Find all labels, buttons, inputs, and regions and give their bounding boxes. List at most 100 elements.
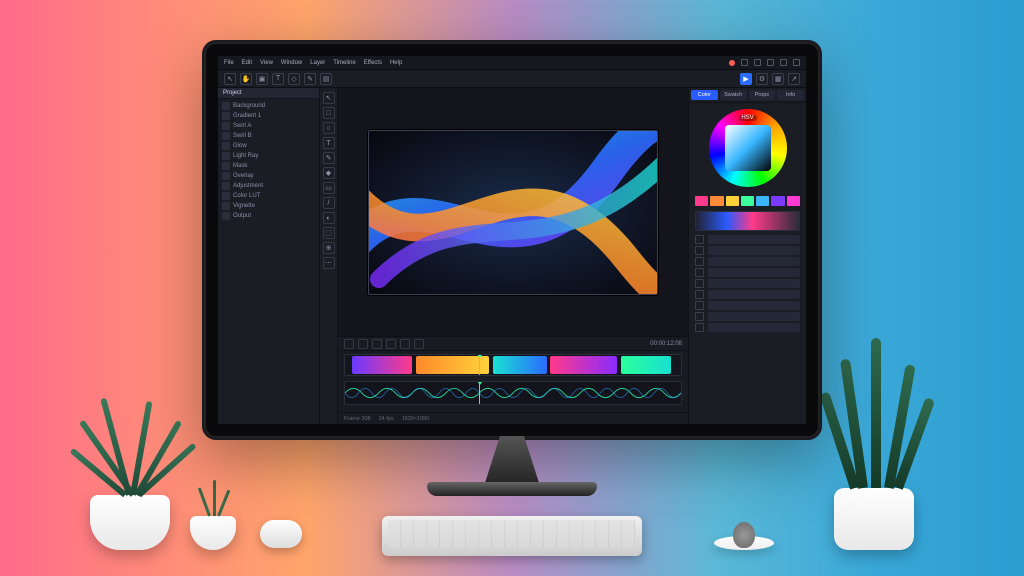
- property-row[interactable]: [695, 290, 800, 299]
- tool-button[interactable]: ○: [323, 122, 335, 134]
- color-swatch[interactable]: [741, 196, 754, 206]
- dish-with-pear: [714, 536, 774, 550]
- pen-icon[interactable]: ✎: [304, 73, 316, 85]
- tool-button[interactable]: ▭: [323, 182, 335, 194]
- layer-row[interactable]: Gradient 1: [218, 111, 319, 121]
- menu-item[interactable]: Effects: [364, 60, 382, 66]
- property-field[interactable]: [708, 246, 800, 255]
- color-wheel[interactable]: HSV: [709, 109, 787, 187]
- canvas[interactable]: [368, 130, 658, 295]
- hand-icon[interactable]: ✋: [240, 73, 252, 85]
- playhead[interactable]: [479, 382, 480, 404]
- property-row[interactable]: [695, 312, 800, 321]
- cut-icon[interactable]: [414, 339, 424, 349]
- layer-row[interactable]: Background: [218, 101, 319, 111]
- prev-frame-icon[interactable]: [372, 339, 382, 349]
- property-field[interactable]: [708, 257, 800, 266]
- tool-button[interactable]: ⊕: [323, 242, 335, 254]
- color-swatch[interactable]: [710, 196, 723, 206]
- property-row[interactable]: [695, 301, 800, 310]
- color-swatch[interactable]: [771, 196, 784, 206]
- bucket-icon[interactable]: ▤: [320, 73, 332, 85]
- property-field[interactable]: [708, 235, 800, 244]
- audio-track[interactable]: [344, 381, 682, 405]
- menu-item[interactable]: Edit: [242, 60, 252, 66]
- resolution-label: 1920×1080: [402, 416, 430, 422]
- menu-item[interactable]: Timeline: [333, 60, 355, 66]
- layer-row[interactable]: Light Ray: [218, 151, 319, 161]
- menu-item[interactable]: File: [224, 60, 234, 66]
- grid-icon[interactable]: ▦: [772, 73, 784, 85]
- menu-item[interactable]: Window: [281, 60, 302, 66]
- property-field[interactable]: [708, 301, 800, 310]
- layer-row[interactable]: Swirl A: [218, 121, 319, 131]
- keyboard: [382, 516, 642, 556]
- tool-button[interactable]: /: [323, 197, 335, 209]
- export-icon[interactable]: ↗: [788, 73, 800, 85]
- property-field[interactable]: [708, 290, 800, 299]
- next-frame-icon[interactable]: [386, 339, 396, 349]
- layer-row[interactable]: Mask: [218, 161, 319, 171]
- playhead[interactable]: [479, 355, 480, 375]
- property-field[interactable]: [708, 279, 800, 288]
- tool-button[interactable]: ✎: [323, 152, 335, 164]
- menu-item[interactable]: View: [260, 60, 273, 66]
- play-icon[interactable]: ▶: [740, 73, 752, 85]
- video-track[interactable]: [344, 354, 682, 376]
- tab-props[interactable]: Props: [749, 90, 776, 100]
- property-row[interactable]: [695, 323, 800, 332]
- tab-info[interactable]: Info: [777, 90, 804, 100]
- text-icon[interactable]: T: [272, 73, 284, 85]
- layer-row[interactable]: Overlay: [218, 171, 319, 181]
- tool-button[interactable]: T: [323, 137, 335, 149]
- color-swatch[interactable]: [695, 196, 708, 206]
- tool-button[interactable]: ⬚: [323, 227, 335, 239]
- layer-row[interactable]: Output: [218, 211, 319, 221]
- pause-icon[interactable]: [358, 339, 368, 349]
- tool-button[interactable]: ↖: [323, 92, 335, 104]
- settings-icon[interactable]: ⚙: [756, 73, 768, 85]
- timeline-footer: Frame 308 24 fps 1920×1080: [338, 412, 688, 424]
- menu-item[interactable]: Help: [390, 60, 402, 66]
- property-field[interactable]: [708, 268, 800, 277]
- timecode: 00:00:12:08: [650, 341, 682, 347]
- timeline-toolbar: 00:00:12:08: [338, 337, 688, 351]
- timeline-panel: 00:00:12:08: [338, 336, 688, 424]
- layer-label: Output: [233, 213, 251, 219]
- property-row[interactable]: [695, 257, 800, 266]
- layer-row[interactable]: Vignette: [218, 201, 319, 211]
- property-row[interactable]: [695, 268, 800, 277]
- tool-button[interactable]: ⋯: [323, 257, 335, 269]
- play-icon[interactable]: [344, 339, 354, 349]
- property-field[interactable]: [708, 312, 800, 321]
- layer-row[interactable]: Adjustment: [218, 181, 319, 191]
- layer-row[interactable]: Color LUT: [218, 191, 319, 201]
- loop-icon[interactable]: [400, 339, 410, 349]
- property-icon: [695, 323, 704, 332]
- layer-row[interactable]: Glow: [218, 141, 319, 151]
- shape-icon[interactable]: ◇: [288, 73, 300, 85]
- plant-pot-right: [834, 488, 914, 550]
- tab-color[interactable]: Color: [691, 90, 718, 100]
- color-swatch[interactable]: [787, 196, 800, 206]
- crop-icon[interactable]: ▣: [256, 73, 268, 85]
- tab-swatch[interactable]: Swatch: [720, 90, 747, 100]
- canvas-viewport[interactable]: [338, 88, 688, 336]
- layer-thumb: [222, 112, 230, 120]
- tool-button[interactable]: □: [323, 107, 335, 119]
- property-row[interactable]: [695, 279, 800, 288]
- property-field[interactable]: [708, 323, 800, 332]
- tool-button[interactable]: ◆: [323, 167, 335, 179]
- layer-row[interactable]: Swirl B: [218, 131, 319, 141]
- menu-item[interactable]: Layer: [310, 60, 325, 66]
- tool-button[interactable]: ◐: [323, 212, 335, 224]
- property-row[interactable]: [695, 246, 800, 255]
- layer-thumb: [222, 102, 230, 110]
- color-swatch[interactable]: [756, 196, 769, 206]
- layer-thumb: [222, 142, 230, 150]
- monitor: File Edit View Window Layer Timeline Eff…: [202, 40, 822, 440]
- pointer-icon[interactable]: ↖: [224, 73, 236, 85]
- color-swatch[interactable]: [726, 196, 739, 206]
- property-row[interactable]: [695, 235, 800, 244]
- property-icon: [695, 301, 704, 310]
